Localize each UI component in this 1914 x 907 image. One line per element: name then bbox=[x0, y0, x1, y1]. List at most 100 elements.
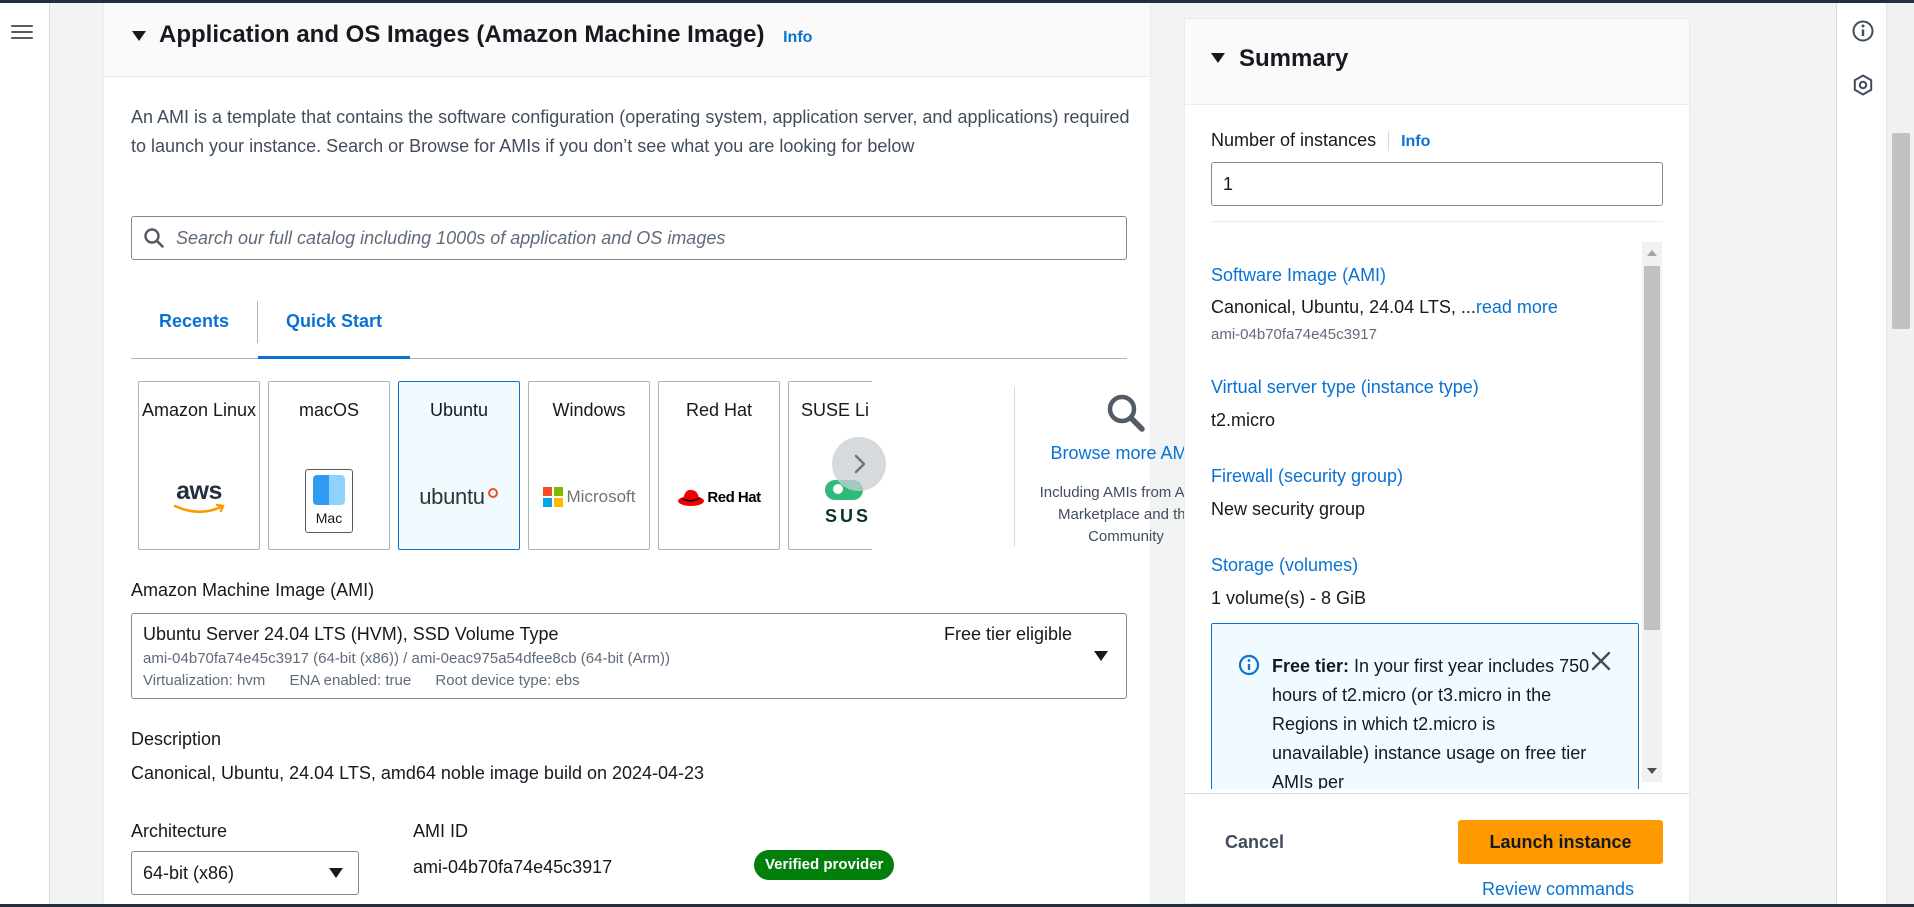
summary-details: Software Image (AMI) Canonical, Ubuntu, … bbox=[1211, 245, 1663, 789]
mac-logo-text: Mac bbox=[315, 510, 343, 526]
menu-icon[interactable] bbox=[11, 23, 33, 41]
ubuntu-logo-text: ubuntu bbox=[419, 484, 485, 509]
red-hat-logo-text: Red Hat bbox=[707, 488, 761, 506]
settings-hexagon-icon[interactable] bbox=[1851, 73, 1875, 97]
section-title-text: Application and OS Images (Amazon Machin… bbox=[159, 21, 765, 48]
close-icon[interactable] bbox=[1590, 650, 1612, 672]
verified-provider-badge: Verified provider bbox=[754, 850, 895, 880]
architecture-label: Architecture bbox=[131, 821, 228, 841]
firewall-link[interactable]: Firewall (security group) bbox=[1211, 466, 1403, 487]
launch-instance-button[interactable]: Launch instance bbox=[1458, 820, 1663, 864]
instance-type-link[interactable]: Virtual server type (instance type) bbox=[1211, 377, 1479, 398]
number-of-instances-text: Number of instances bbox=[1211, 130, 1377, 150]
number-of-instances-label: Number of instances Info bbox=[1211, 130, 1430, 152]
ami-virtualization: Virtualization: hvm bbox=[143, 672, 266, 689]
free-tier-bold: Free tier: bbox=[1272, 656, 1350, 676]
number-of-instances-input[interactable]: 1 bbox=[1211, 162, 1663, 206]
browse-divider bbox=[1014, 387, 1015, 547]
architecture-value: 64-bit (x86) bbox=[143, 863, 235, 883]
ubuntu-logo-icon: ubuntu bbox=[399, 472, 519, 522]
read-more-link[interactable]: read more bbox=[1476, 297, 1558, 317]
scroll-down-icon[interactable] bbox=[1647, 768, 1657, 774]
free-tier-alert: Free tier: In your first year includes 7… bbox=[1211, 623, 1639, 789]
section-info-link[interactable]: Info bbox=[783, 29, 812, 46]
scrollbar-thumb[interactable] bbox=[1644, 266, 1660, 630]
chevron-right-icon bbox=[854, 454, 866, 474]
dropdown-caret-icon bbox=[1094, 651, 1108, 661]
tile-label: Red Hat bbox=[685, 400, 753, 420]
software-image-id: ami-04b70fa74e45c3917 bbox=[1211, 326, 1377, 343]
architecture-select[interactable]: 64-bit (x86) bbox=[131, 851, 359, 895]
tile-label: macOS bbox=[298, 400, 359, 420]
tile-red-hat[interactable]: Red Hat Red Hat bbox=[658, 381, 780, 550]
section-header: Application and OS Images (Amazon Machin… bbox=[104, 3, 1150, 77]
summary-divider bbox=[1211, 221, 1663, 222]
instance-type-value: t2.micro bbox=[1211, 410, 1276, 430]
free-tier-label: Free tier eligible bbox=[944, 624, 1073, 644]
microsoft-logo-icon: Microsoft bbox=[529, 472, 649, 522]
ami-section-panel: Application and OS Images (Amazon Machin… bbox=[103, 3, 1212, 904]
carousel-next-button[interactable] bbox=[832, 437, 886, 491]
caret-down-icon[interactable] bbox=[1211, 53, 1225, 63]
scroll-up-icon[interactable] bbox=[1647, 250, 1657, 256]
ami-root-device: Root device type: ebs bbox=[435, 672, 580, 689]
aws-logo-icon: aws bbox=[139, 472, 259, 522]
number-of-instances-value: 1 bbox=[1223, 174, 1234, 194]
summary-scrollbar[interactable] bbox=[1642, 242, 1662, 782]
quick-start-tiles: Amazon Linux aws macOS Mac Ubuntu ubuntu… bbox=[138, 381, 1212, 551]
tile-windows[interactable]: Windows Microsoft bbox=[528, 381, 650, 550]
summary-title: Summary bbox=[1239, 45, 1349, 72]
software-image-value: Canonical, Ubuntu, 24.04 LTS, ...read mo… bbox=[1211, 297, 1558, 318]
ami-id-value: ami-04b70fa74e45c3917 bbox=[413, 857, 613, 877]
info-icon bbox=[1238, 654, 1260, 676]
number-of-instances-info-link[interactable]: Info bbox=[1401, 133, 1430, 150]
tile-ubuntu[interactable]: Ubuntu ubuntu bbox=[398, 381, 520, 550]
summary-panel: Summary Number of instances Info 1 Softwa… bbox=[1184, 18, 1690, 904]
description-value: Canonical, Ubuntu, 24.04 LTS, amd64 nobl… bbox=[131, 763, 705, 783]
red-hat-logo-icon: Red Hat bbox=[659, 472, 779, 522]
aws-logo-text: aws bbox=[176, 477, 222, 505]
ami-tabs: Recents Quick Start bbox=[131, 299, 1127, 359]
tile-label: Windows bbox=[552, 400, 626, 420]
page-scrollbar[interactable] bbox=[1886, 3, 1914, 904]
search-placeholder: Search our full catalog including 1000s … bbox=[176, 228, 726, 248]
section-title: Application and OS Images (Amazon Machin… bbox=[159, 21, 812, 49]
tile-macos[interactable]: macOS Mac bbox=[268, 381, 390, 550]
tile-label: Amazon Linux bbox=[141, 400, 257, 420]
tab-recents[interactable]: Recents bbox=[131, 299, 257, 359]
search-icon bbox=[144, 228, 164, 248]
free-tier-text: Free tier: In your first year includes 7… bbox=[1272, 652, 1592, 789]
summary-header: Summary bbox=[1185, 19, 1689, 105]
firewall-value: New security group bbox=[1211, 499, 1366, 519]
storage-link[interactable]: Storage (volumes) bbox=[1211, 555, 1358, 576]
ami-ena: ENA enabled: true bbox=[289, 672, 412, 689]
software-image-text: Canonical, Ubuntu, 24.04 LTS, ... bbox=[1211, 297, 1476, 317]
cancel-button[interactable]: Cancel bbox=[1225, 832, 1284, 853]
review-commands-link[interactable]: Review commands bbox=[1482, 879, 1634, 900]
ami-attributes: Virtualization: hvm ENA enabled: true Ro… bbox=[143, 672, 600, 689]
description-label: Description bbox=[131, 729, 222, 749]
summary-footer: Cancel Launch instance Review commands bbox=[1185, 793, 1689, 903]
tile-label: Ubuntu bbox=[429, 400, 489, 420]
ami-ids: ami-04b70fa74e45c3917 (64-bit (x86)) / a… bbox=[143, 650, 670, 667]
ami-label: Amazon Machine Image (AMI) bbox=[131, 580, 375, 600]
ami-name: Ubuntu Server 24.04 LTS (HVM), SSD Volum… bbox=[143, 624, 559, 644]
software-image-link[interactable]: Software Image (AMI) bbox=[1211, 265, 1386, 286]
ami-search-input[interactable]: Search our full catalog including 1000s … bbox=[131, 216, 1127, 260]
right-tool-rail bbox=[1836, 3, 1886, 904]
magnifier-icon bbox=[1107, 394, 1145, 432]
tile-label: SUSE Li bbox=[801, 400, 870, 420]
mac-logo-icon: Mac bbox=[269, 468, 389, 534]
tab-quick-start[interactable]: Quick Start bbox=[258, 299, 411, 359]
ami-select[interactable]: Ubuntu Server 24.04 LTS (HVM), SSD Volum… bbox=[131, 613, 1127, 699]
storage-value: 1 volume(s) - 8 GiB bbox=[1211, 588, 1367, 608]
microsoft-logo-text: Microsoft bbox=[566, 487, 636, 506]
suse-logo-text: SUSE bbox=[825, 506, 872, 526]
tile-amazon-linux[interactable]: Amazon Linux aws bbox=[138, 381, 260, 550]
ami-id-label: AMI ID bbox=[413, 821, 469, 841]
dropdown-caret-icon bbox=[329, 868, 343, 878]
page-scrollbar-thumb[interactable] bbox=[1892, 133, 1910, 329]
section-description: An AMI is a template that contains the s… bbox=[131, 107, 1130, 156]
caret-down-icon[interactable] bbox=[132, 31, 146, 41]
info-panel-icon[interactable] bbox=[1851, 19, 1875, 43]
